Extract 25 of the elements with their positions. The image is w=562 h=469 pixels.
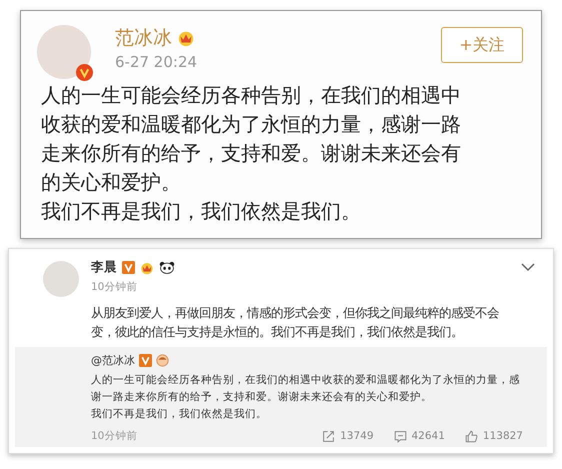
comment-icon[interactable] xyxy=(394,430,406,442)
post-text: 我们不再是我们，我们依然是我们。 xyxy=(91,407,268,422)
post-time: 10分钟前 xyxy=(91,429,138,443)
verified-icon xyxy=(76,64,93,81)
post-text: 从朋友到爱人，再做回朋友，情感的形式会变，但你我之间最纯粹的感受不会变，彼此的信任与支持是永恒的。我们不再是我们，我们依然是我们。 xyxy=(91,304,500,341)
action-count: 13749 xyxy=(340,430,374,442)
post-time: 10分钟前 xyxy=(91,280,138,294)
post-time: 6-27 20:24 xyxy=(115,53,198,71)
avatar[interactable] xyxy=(37,25,91,79)
post-text: 我们不再是我们，我们依然是我们。 xyxy=(41,198,362,225)
verified-icon xyxy=(139,354,152,367)
chevron-down-icon[interactable] xyxy=(521,263,535,272)
mention-link[interactable]: @范冰冰 xyxy=(91,353,135,368)
crown-icon xyxy=(140,260,154,274)
share-icon[interactable] xyxy=(322,430,336,442)
crown-icon xyxy=(177,29,195,47)
author-name[interactable]: 李晨 xyxy=(91,259,117,276)
action-count: 113827 xyxy=(482,430,523,442)
post-text: 人的一生可能会经历各种告别，在我们的相遇中收获的爱和温暖都化为了永恒的力量，感谢一路走来你所有的给予，支持和爱。谢谢未来还会有的关心和爱护。 xyxy=(91,373,521,405)
thumbs-up-icon[interactable] xyxy=(464,430,478,442)
verified-icon xyxy=(122,261,135,274)
sticker-icon xyxy=(156,354,169,367)
action-count: 42641 xyxy=(412,430,445,442)
post-text: 人的一生可能会经历各种告别，在我们的相遇中收获的爱和温暖都化为了永恒的力量，感谢一路走来你所有的给予，支持和爱。谢谢未来还会有的关心和爱护。 xyxy=(41,82,461,196)
panda-icon xyxy=(159,261,175,274)
